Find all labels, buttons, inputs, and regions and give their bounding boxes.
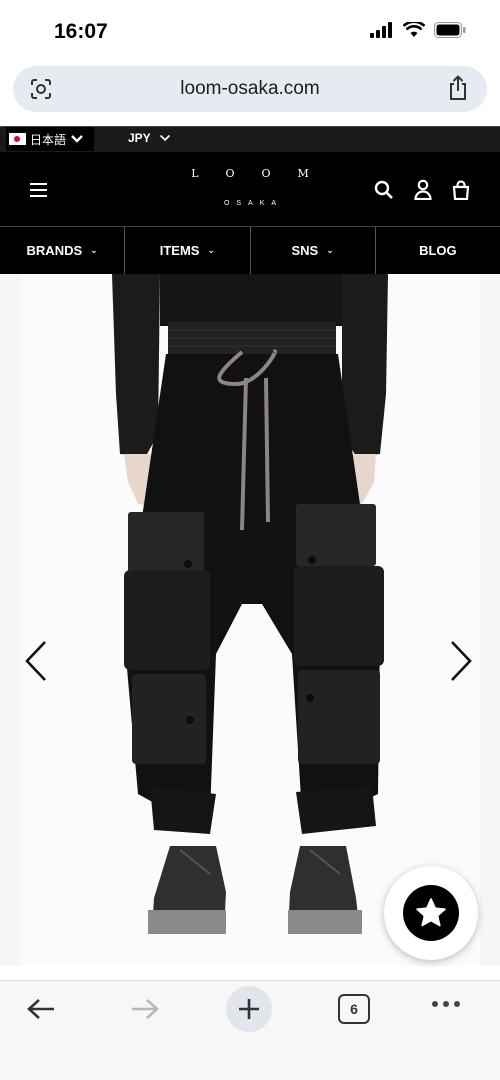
currency-select[interactable]: JPY	[128, 131, 171, 145]
url-text[interactable]: loom-osaka.com	[13, 78, 487, 100]
japan-flag-icon	[9, 133, 26, 145]
favorite-button[interactable]	[384, 866, 478, 960]
status-bar: 16:07	[0, 0, 500, 62]
forward-icon[interactable]	[130, 997, 160, 1021]
nav-item-brands[interactable]: BRANDS ⌄	[0, 227, 126, 274]
back-icon[interactable]	[26, 997, 56, 1021]
nav-item-label: BRANDS	[26, 243, 83, 258]
header-actions	[374, 179, 470, 200]
share-icon[interactable]	[447, 75, 469, 101]
tab-switcher-button[interactable]: 6	[338, 994, 370, 1024]
nav-item-label: BLOG	[419, 243, 457, 258]
nav-item-blog[interactable]: BLOG	[376, 227, 500, 274]
chevron-down-icon: ⌄	[90, 245, 98, 256]
nav-item-sns[interactable]: SNS ⌄	[251, 227, 376, 274]
new-tab-button[interactable]	[226, 986, 272, 1032]
language-label: 日本語	[30, 132, 67, 147]
signal-icon	[370, 22, 392, 38]
product-image	[112, 274, 388, 934]
site-logo-sub: OSAKA	[223, 200, 284, 207]
main-nav: BRANDS ⌄ ITEMS ⌄ SNS ⌄ BLOG	[0, 226, 500, 274]
account-icon[interactable]	[414, 179, 432, 200]
nav-item-label: SNS	[291, 243, 319, 258]
chevron-left-icon[interactable]	[23, 640, 49, 682]
plus-icon	[239, 999, 259, 1019]
product-photo	[20, 274, 480, 966]
chevron-right-icon[interactable]	[448, 640, 474, 682]
menu-icon[interactable]	[30, 183, 47, 201]
nav-item-label: ITEMS	[159, 243, 200, 258]
cart-icon[interactable]	[452, 179, 470, 200]
language-currency-bar: 日本語 JPY	[0, 126, 500, 152]
status-time: 16:07	[54, 20, 108, 43]
more-icon[interactable]	[432, 1001, 460, 1007]
status-icons	[370, 22, 466, 38]
chevron-down-icon: ⌄	[207, 245, 216, 256]
url-bar[interactable]: loom-osaka.com	[13, 66, 487, 112]
chevron-down-icon	[159, 134, 170, 142]
nav-item-items[interactable]: ITEMS ⌄	[125, 227, 251, 274]
browser-toolbar: 6	[0, 980, 500, 1080]
battery-icon	[434, 22, 466, 38]
product-image-carousel[interactable]	[0, 274, 500, 966]
star-icon	[416, 898, 446, 927]
wifi-icon	[403, 22, 425, 37]
language-select[interactable]: 日本語	[6, 127, 94, 151]
site-header: LOOM OSAKA	[0, 152, 500, 226]
search-icon[interactable]	[374, 180, 394, 200]
currency-label: JPY	[128, 131, 151, 145]
chevron-down-icon	[71, 135, 83, 143]
favorite-circle	[403, 885, 459, 941]
chevron-down-icon: ⌄	[326, 245, 334, 256]
